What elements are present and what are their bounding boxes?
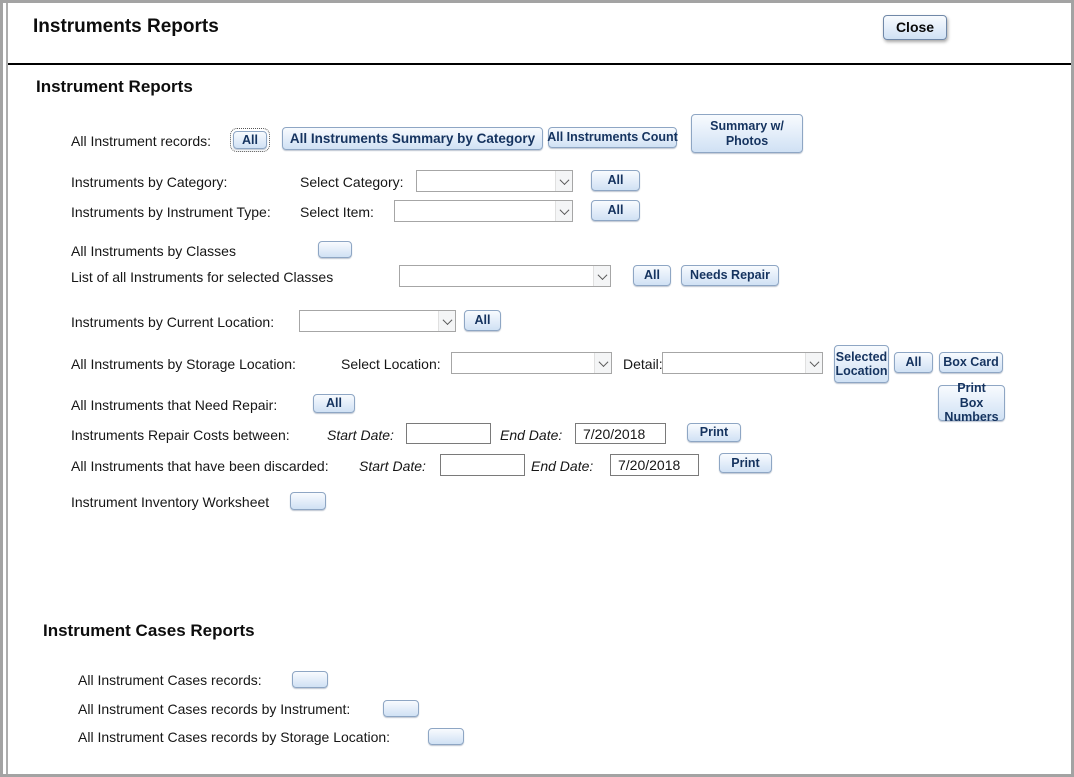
- classes-combobox-value: [400, 266, 593, 286]
- page-title: Instruments Reports: [33, 16, 219, 38]
- all-instruments-summary-by-category-button[interactable]: All Instruments Summary by Category: [282, 127, 543, 150]
- classes-combobox[interactable]: [399, 265, 611, 287]
- classes-needs-repair-button[interactable]: Needs Repair: [681, 265, 779, 286]
- item-combobox[interactable]: [394, 200, 573, 222]
- current-location-combobox-value: [300, 311, 438, 331]
- storage-location-combobox-value: [452, 353, 594, 373]
- need-repair-all-button[interactable]: All: [313, 394, 355, 413]
- discarded-start-date-label: Start Date:: [359, 457, 426, 475]
- summary-with-photos-button[interactable]: Summary w/ Photos: [691, 114, 803, 153]
- discarded-start-date-input[interactable]: [440, 454, 525, 476]
- cases-by-instrument-label: All Instrument Cases records by Instrume…: [78, 700, 350, 718]
- instruments-by-type-label: Instruments by Instrument Type:: [71, 203, 271, 221]
- left-edge-rule: [6, 3, 8, 774]
- category-combobox-value: [417, 171, 555, 191]
- all-instruments-count-button[interactable]: All Instruments Count: [548, 127, 677, 148]
- storage-all-button[interactable]: All: [894, 352, 933, 373]
- cases-by-storage-label: All Instrument Cases records by Storage …: [78, 728, 390, 746]
- category-all-button[interactable]: All: [591, 170, 640, 191]
- current-location-combobox[interactable]: [299, 310, 456, 332]
- detail-label: Detail:: [623, 355, 663, 373]
- cases-by-storage-button[interactable]: [428, 728, 464, 745]
- classes-list-label: List of all Instruments for selected Cla…: [71, 268, 333, 286]
- header-divider: [8, 63, 1071, 65]
- instruments-reports-window: Instruments Reports Close Instrument Rep…: [0, 0, 1074, 777]
- print-box-numbers-button[interactable]: Print Box Numbers: [938, 385, 1005, 421]
- item-combobox-value: [395, 201, 555, 221]
- instruments-by-category-label: Instruments by Category:: [71, 173, 227, 191]
- inventory-worksheet-button[interactable]: [290, 492, 326, 510]
- repair-end-date-input[interactable]: [575, 423, 666, 444]
- chevron-down-icon: [594, 353, 611, 373]
- chevron-down-icon: [555, 171, 572, 191]
- storage-location-label: All Instruments by Storage Location:: [71, 355, 296, 373]
- item-all-button[interactable]: All: [591, 200, 640, 221]
- chevron-down-icon: [438, 311, 455, 331]
- cases-all-records-label: All Instrument Cases records:: [78, 671, 262, 689]
- chevron-down-icon: [593, 266, 610, 286]
- repair-costs-label: Instruments Repair Costs between:: [71, 426, 290, 444]
- storage-location-combobox[interactable]: [451, 352, 612, 374]
- need-repair-label: All Instruments that Need Repair:: [71, 396, 277, 414]
- all-records-all-button[interactable]: All: [233, 131, 267, 149]
- chevron-down-icon: [555, 201, 572, 221]
- repair-start-date-label: Start Date:: [327, 426, 394, 444]
- current-location-label: Instruments by Current Location:: [71, 313, 274, 331]
- select-item-label: Select Item:: [300, 203, 374, 221]
- classes-all-button[interactable]: All: [633, 265, 671, 286]
- chevron-down-icon: [805, 353, 822, 373]
- repair-costs-print-button[interactable]: Print: [687, 423, 741, 442]
- selected-location-button[interactable]: Selected Location: [834, 345, 889, 383]
- current-location-all-button[interactable]: All: [464, 310, 501, 331]
- discarded-print-button[interactable]: Print: [719, 453, 772, 473]
- discarded-label: All Instruments that have been discarded…: [71, 457, 329, 475]
- close-button[interactable]: Close: [883, 15, 947, 40]
- all-instrument-records-label: All Instrument records:: [71, 132, 211, 150]
- select-category-label: Select Category:: [300, 173, 404, 191]
- repair-start-date-input[interactable]: [406, 423, 491, 444]
- instrument-cases-reports-heading: Instrument Cases Reports: [43, 621, 255, 641]
- discarded-end-date-label: End Date:: [531, 457, 593, 475]
- repair-end-date-label: End Date:: [500, 426, 562, 444]
- inventory-worksheet-label: Instrument Inventory Worksheet: [71, 493, 269, 511]
- discarded-end-date-input[interactable]: [610, 454, 699, 476]
- by-classes-button[interactable]: [318, 241, 352, 258]
- select-location-label: Select Location:: [341, 355, 441, 373]
- cases-all-records-button[interactable]: [292, 671, 328, 688]
- cases-by-instrument-button[interactable]: [383, 700, 419, 717]
- box-card-button[interactable]: Box Card: [939, 352, 1003, 373]
- instrument-reports-heading: Instrument Reports: [36, 77, 193, 97]
- detail-combobox[interactable]: [662, 352, 823, 374]
- all-instruments-by-classes-label: All Instruments by Classes: [71, 242, 236, 260]
- detail-combobox-value: [663, 353, 805, 373]
- category-combobox[interactable]: [416, 170, 573, 192]
